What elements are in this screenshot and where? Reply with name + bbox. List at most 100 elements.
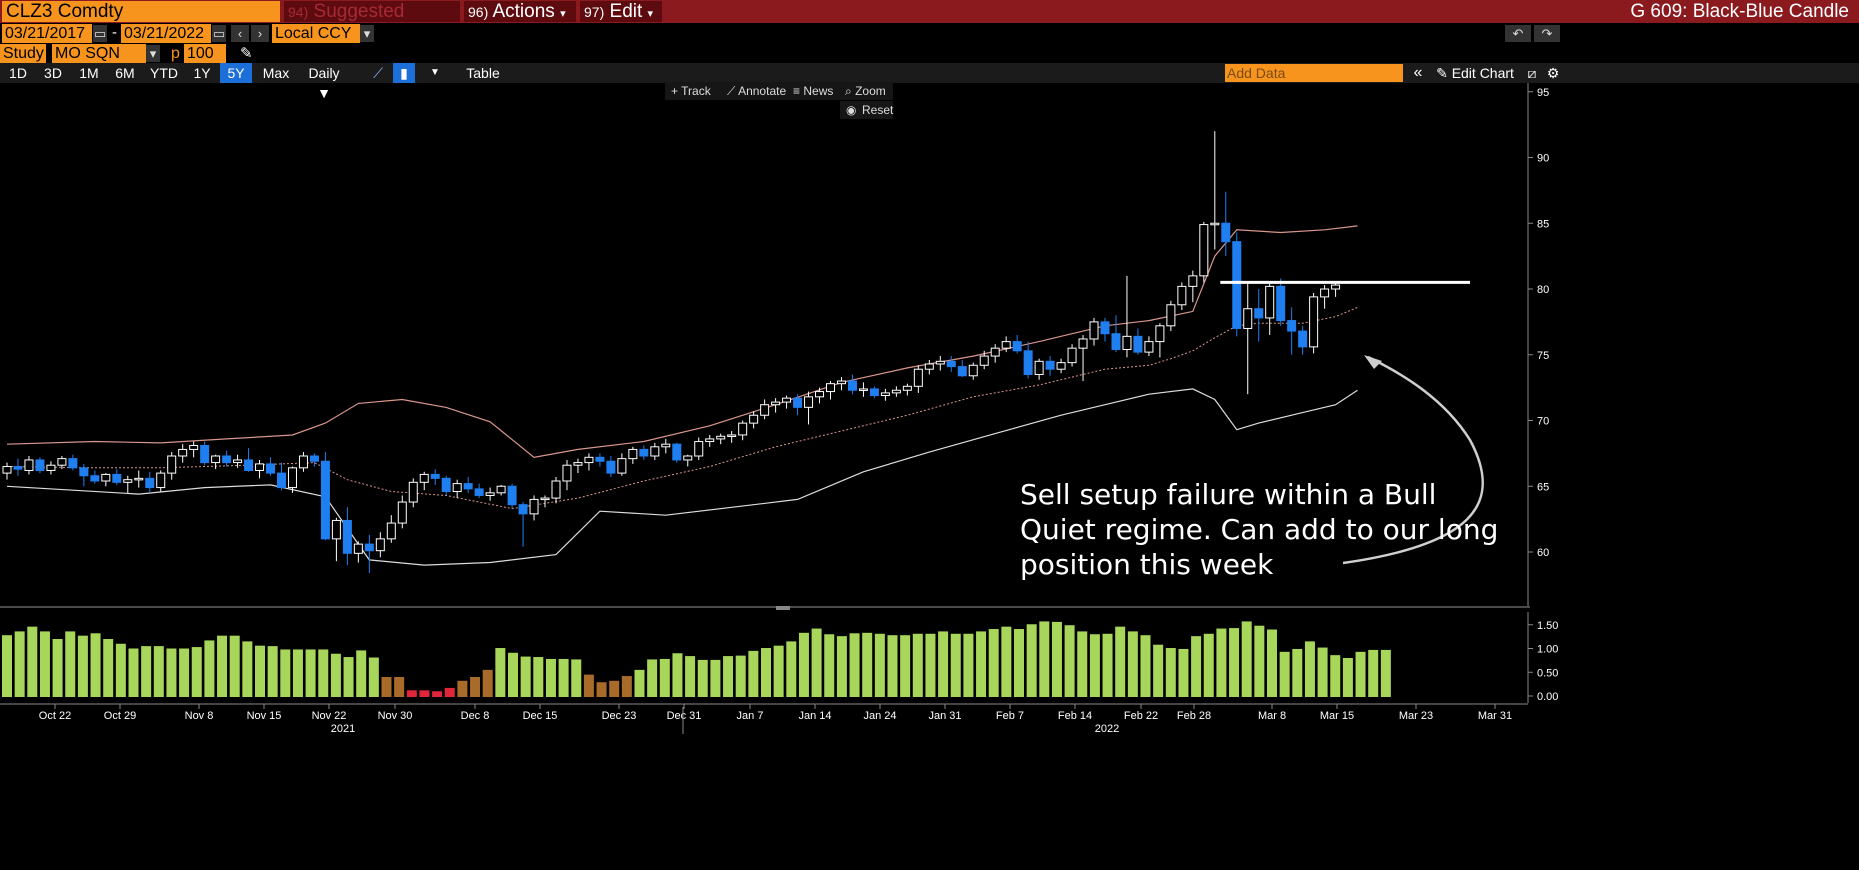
candle-up bbox=[826, 383, 835, 393]
candle-up bbox=[573, 462, 583, 466]
volume-bar bbox=[1191, 636, 1202, 697]
volume-bar bbox=[925, 633, 936, 697]
candle-down bbox=[1012, 341, 1022, 352]
volume-bars bbox=[2, 621, 1391, 697]
volume-bar bbox=[1039, 621, 1050, 697]
volume-bar bbox=[318, 649, 329, 697]
volume-bar bbox=[1317, 647, 1328, 697]
candle-up bbox=[1210, 222, 1220, 226]
candle-up bbox=[1122, 335, 1132, 350]
volume-tick-label: 1.50 bbox=[1537, 620, 1558, 632]
candle-up bbox=[1155, 325, 1165, 343]
candle-up bbox=[924, 363, 934, 370]
candle-down bbox=[1298, 330, 1308, 348]
candle-down bbox=[606, 460, 616, 474]
candle-up bbox=[902, 385, 912, 391]
candle-down bbox=[957, 366, 967, 377]
candle-up bbox=[584, 456, 594, 464]
volume-tick-label: 0.50 bbox=[1537, 667, 1558, 679]
volume-bar bbox=[976, 631, 987, 697]
candle-up bbox=[178, 448, 188, 457]
volume-bar bbox=[1229, 628, 1240, 697]
volume-bar bbox=[710, 659, 721, 697]
volume-bar bbox=[1279, 651, 1290, 697]
candle-up bbox=[1309, 296, 1319, 348]
candle-down bbox=[1133, 335, 1143, 353]
volume-bar bbox=[305, 649, 316, 697]
candle-up bbox=[408, 481, 418, 503]
volume-bar bbox=[39, 631, 50, 697]
candle-down bbox=[672, 443, 682, 461]
volume-bar bbox=[1342, 658, 1353, 697]
candle-down bbox=[1221, 222, 1231, 243]
candle-down bbox=[1023, 350, 1033, 375]
volume-bar bbox=[368, 657, 379, 697]
volume-bar bbox=[1165, 648, 1176, 697]
candle-up bbox=[1243, 308, 1253, 329]
volume-bar bbox=[115, 643, 126, 697]
candle-up bbox=[189, 444, 199, 450]
bollinger-upper-band bbox=[6, 225, 1358, 458]
volume-bar bbox=[191, 647, 202, 697]
volume-bar bbox=[330, 653, 341, 697]
volume-bar bbox=[596, 682, 607, 697]
candle-up bbox=[57, 458, 67, 466]
candle-down bbox=[946, 360, 956, 368]
candle-up bbox=[540, 497, 550, 501]
volume-bar bbox=[773, 645, 784, 697]
candle-up bbox=[551, 480, 561, 499]
volume-bar bbox=[761, 648, 771, 697]
candle-down bbox=[639, 448, 649, 457]
price-chart[interactable]: 60 65 70 75 80 85 90 95 0.00 0.50 1.00 1.50 Oct 22… bbox=[0, 0, 1859, 870]
candle-down bbox=[507, 485, 517, 506]
volume-bar bbox=[938, 631, 949, 697]
volume-bar bbox=[1115, 626, 1126, 697]
volume-bar bbox=[52, 639, 63, 697]
date-tick-label: Mar 15 bbox=[1320, 710, 1354, 722]
volume-bar bbox=[394, 677, 405, 697]
date-tick-label: Dec 8 bbox=[461, 710, 490, 722]
volume-axis: 0.00 0.50 1.00 1.50 bbox=[1527, 612, 1558, 703]
volume-bar bbox=[1140, 635, 1151, 697]
volume-bar bbox=[558, 658, 569, 697]
date-tick-label: Jan 14 bbox=[798, 710, 831, 722]
candle-up bbox=[815, 391, 825, 398]
date-tick-label: Jan 7 bbox=[737, 710, 764, 722]
volume-bar bbox=[1178, 648, 1189, 697]
volume-bar bbox=[798, 632, 809, 697]
panel-resize-handle[interactable] bbox=[776, 606, 790, 610]
candle-down bbox=[342, 519, 352, 554]
volume-bar bbox=[824, 634, 835, 697]
volume-bar bbox=[1014, 629, 1024, 697]
candle-up bbox=[123, 479, 133, 483]
candle-up bbox=[880, 392, 890, 397]
volume-bar bbox=[1241, 621, 1252, 697]
candle-up bbox=[705, 438, 715, 443]
date-tick-label: Feb 22 bbox=[1124, 710, 1158, 722]
candle-up bbox=[101, 473, 111, 482]
candle-down bbox=[35, 459, 45, 471]
volume-bar bbox=[204, 640, 215, 697]
candle-down bbox=[847, 380, 857, 391]
candle-up bbox=[727, 434, 737, 437]
volume-bar bbox=[1292, 648, 1303, 697]
date-tick-label: Jan 24 bbox=[863, 710, 896, 722]
candle-down bbox=[277, 472, 286, 489]
candle-down bbox=[222, 455, 232, 464]
volume-bar bbox=[444, 687, 455, 697]
candle-up bbox=[46, 464, 56, 471]
candle-up bbox=[496, 485, 506, 494]
candle-up bbox=[233, 459, 243, 464]
volume-bar bbox=[988, 629, 999, 697]
volume-bar bbox=[609, 680, 620, 697]
candle-up bbox=[211, 455, 221, 464]
volume-bar bbox=[217, 635, 228, 697]
volume-bar bbox=[1203, 633, 1214, 697]
volume-bar bbox=[1051, 621, 1062, 697]
candle-down bbox=[793, 397, 803, 408]
volume-bar bbox=[267, 646, 278, 697]
volume-bar bbox=[381, 677, 392, 697]
volume-bar bbox=[862, 632, 873, 697]
volume-bar bbox=[356, 650, 367, 697]
candle-down bbox=[1100, 321, 1110, 335]
